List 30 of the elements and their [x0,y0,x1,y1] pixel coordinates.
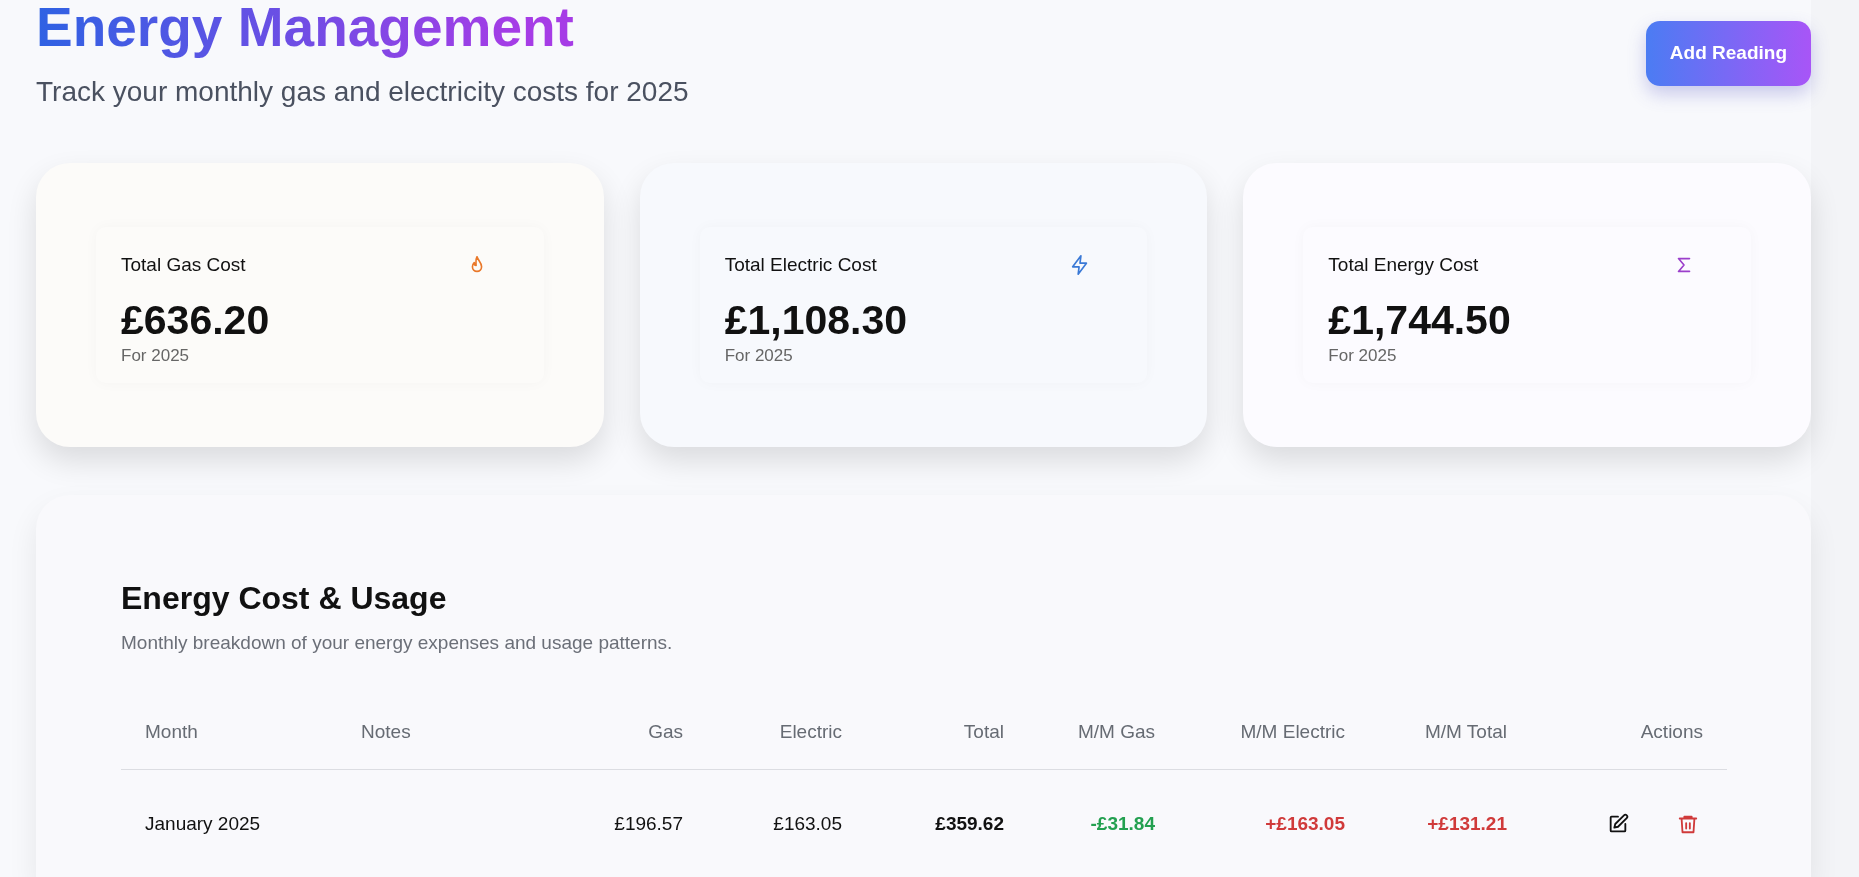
card-label: Total Electric Cost [724,253,877,277]
card-period: For 2025 [724,344,794,367]
table-cell: -£31.84 [1028,769,1179,877]
section-subtitle: Monthly breakdown of your energy expenses and usage patterns. [121,631,674,656]
column-header: M/M Total [1369,695,1531,770]
trash-icon [1677,813,1699,836]
column-header: Gas [537,695,707,770]
table-cell: January 2025 [121,769,337,877]
card-amount: £636.20 [121,297,271,343]
card-amount: £1,108.30 [724,297,909,343]
column-header: Actions [1531,695,1727,770]
section-title: Energy Cost & Usage [121,579,448,618]
card-period: For 2025 [121,344,191,367]
card-period: For 2025 [1328,344,1398,367]
table-cell: £196.57 [537,769,707,877]
card-amount: £1,744.50 [1328,297,1512,343]
add-reading-button[interactable]: Add Reading [1645,21,1811,86]
page-subtitle: Track your monthly gas and electricity costs for 2025 [36,75,689,109]
column-header: Electric [707,695,866,770]
table-cell: +£131.21 [1369,769,1531,877]
column-header: Month [121,695,337,770]
column-header: M/M Gas [1028,695,1179,770]
column-header: Total [866,695,1028,770]
table-cell: +£163.05 [1179,769,1369,877]
card-label: Total Gas Cost [121,253,246,277]
table-cell: £359.62 [866,769,1028,877]
card-label: Total Energy Cost [1328,253,1479,277]
column-header: Notes [337,695,537,770]
column-header: M/M Electric [1179,695,1369,770]
table-cell: £163.05 [707,769,866,877]
